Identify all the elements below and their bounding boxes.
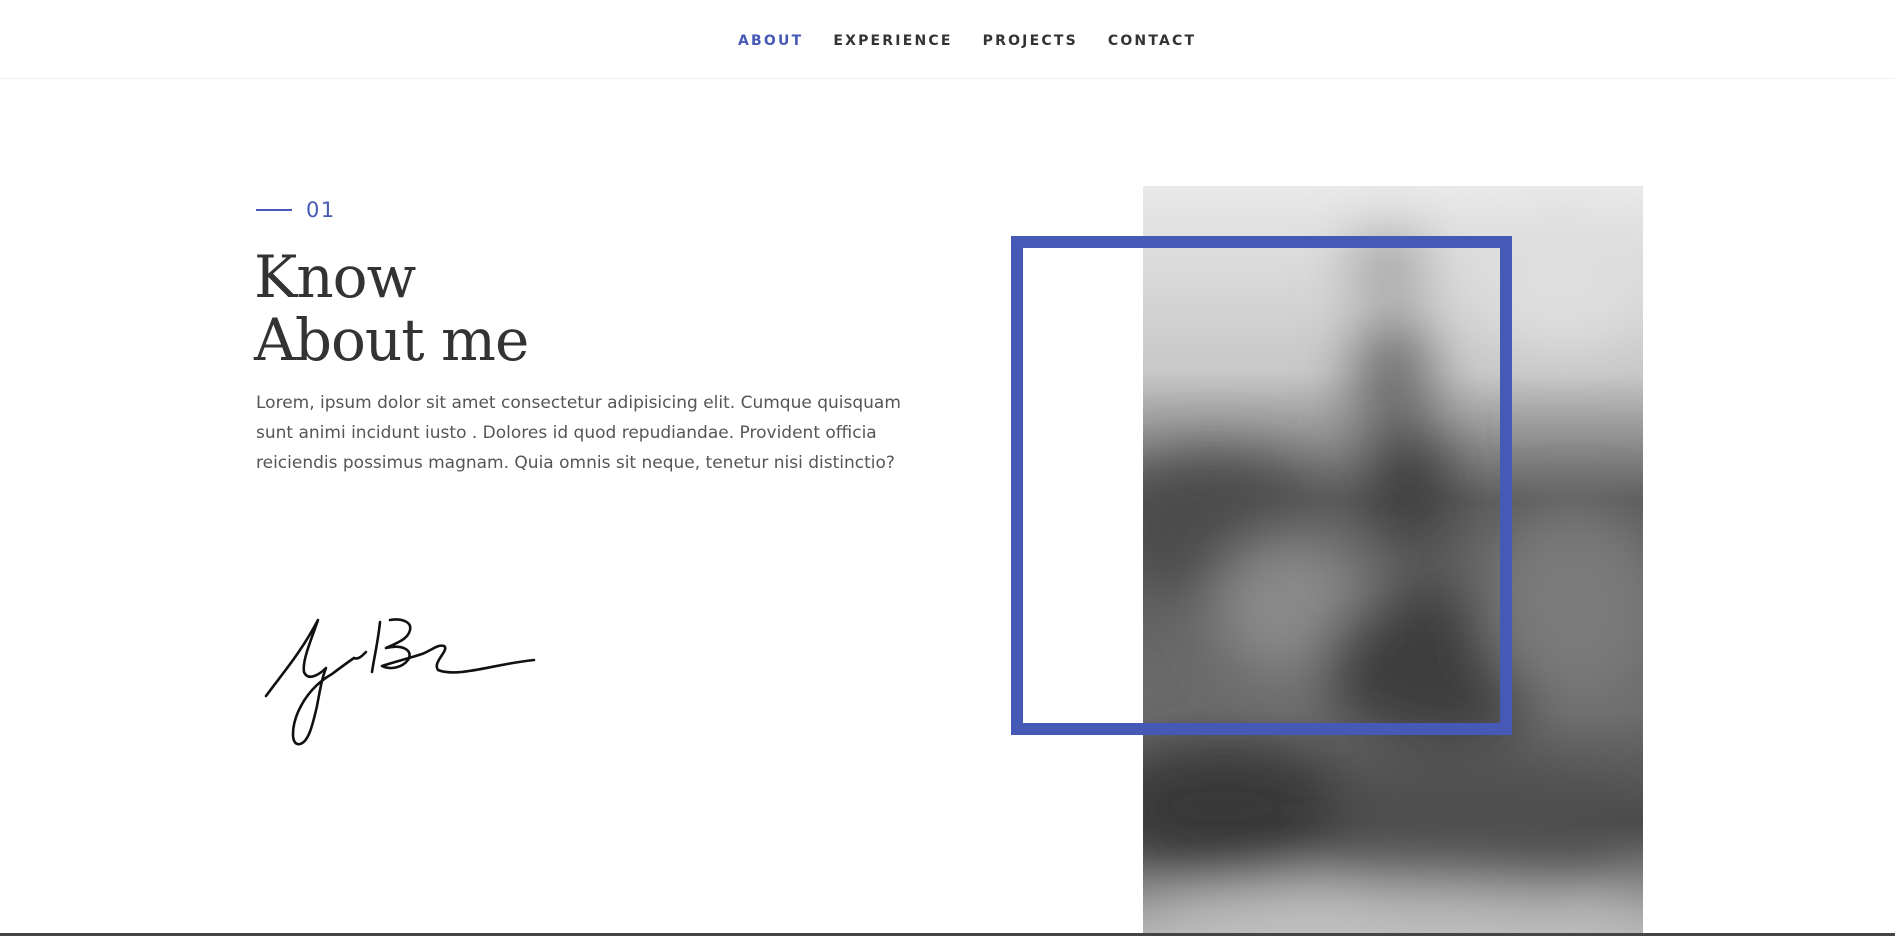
nav-link-experience[interactable]: EXPERIENCE <box>833 32 952 50</box>
section-number-text: 01 <box>306 198 336 222</box>
main-menu: ABOUT EXPERIENCE PROJECTS CONTACT <box>738 32 1226 50</box>
nav-link-projects[interactable]: PROJECTS <box>983 32 1078 50</box>
heading-line-2: About me <box>254 306 529 374</box>
signature-image <box>264 618 536 746</box>
nav-link-contact[interactable]: CONTACT <box>1108 32 1196 50</box>
heading-line-1: Know <box>254 243 416 311</box>
section-number: 01 <box>256 198 336 222</box>
nav-link-about[interactable]: ABOUT <box>738 32 803 50</box>
top-navigation-bar: ABOUT EXPERIENCE PROJECTS CONTACT <box>0 0 1895 79</box>
about-heading: Know About me <box>254 243 529 374</box>
section-number-line <box>256 209 292 211</box>
about-body-text: Lorem, ipsum dolor sit amet consectetur … <box>256 393 901 473</box>
accent-frame <box>1011 236 1512 735</box>
